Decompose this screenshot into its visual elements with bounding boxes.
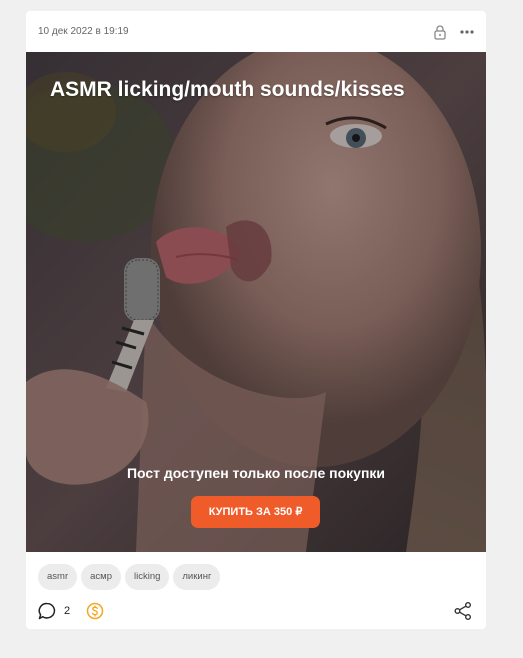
tag-chip[interactable]: asmr bbox=[38, 564, 78, 590]
more-dots-icon[interactable] bbox=[458, 24, 476, 40]
lock-icon[interactable] bbox=[432, 24, 448, 41]
post-footer: 2 bbox=[26, 596, 486, 626]
post-header: 10 дек 2022 в 19:19 bbox=[26, 11, 486, 52]
dollar-coin-icon[interactable] bbox=[86, 602, 104, 620]
post-date: 10 дек 2022 в 19:19 bbox=[38, 26, 129, 37]
post-title: ASMR licking/mouth sounds/kisses bbox=[50, 78, 405, 101]
tag-chip[interactable]: ликинг bbox=[173, 564, 221, 590]
comment-bubble-icon[interactable] bbox=[37, 601, 57, 621]
tag-chip[interactable]: асмр bbox=[81, 564, 121, 590]
buy-button[interactable]: КУПИТЬ ЗА 350 ₽ bbox=[191, 496, 320, 528]
share-icon[interactable] bbox=[453, 601, 473, 621]
tag-chip[interactable]: licking bbox=[124, 564, 170, 590]
locked-message: Пост доступен только после покупки bbox=[126, 465, 386, 481]
tag-list: asmr асмр licking ликинг bbox=[38, 564, 221, 590]
post-card: 10 дек 2022 в 19:19 ASMR licking/mouth s… bbox=[26, 11, 486, 629]
post-preview-image[interactable]: ASMR licking/mouth sounds/kisses Пост до… bbox=[26, 52, 486, 552]
comment-count: 2 bbox=[64, 605, 71, 617]
